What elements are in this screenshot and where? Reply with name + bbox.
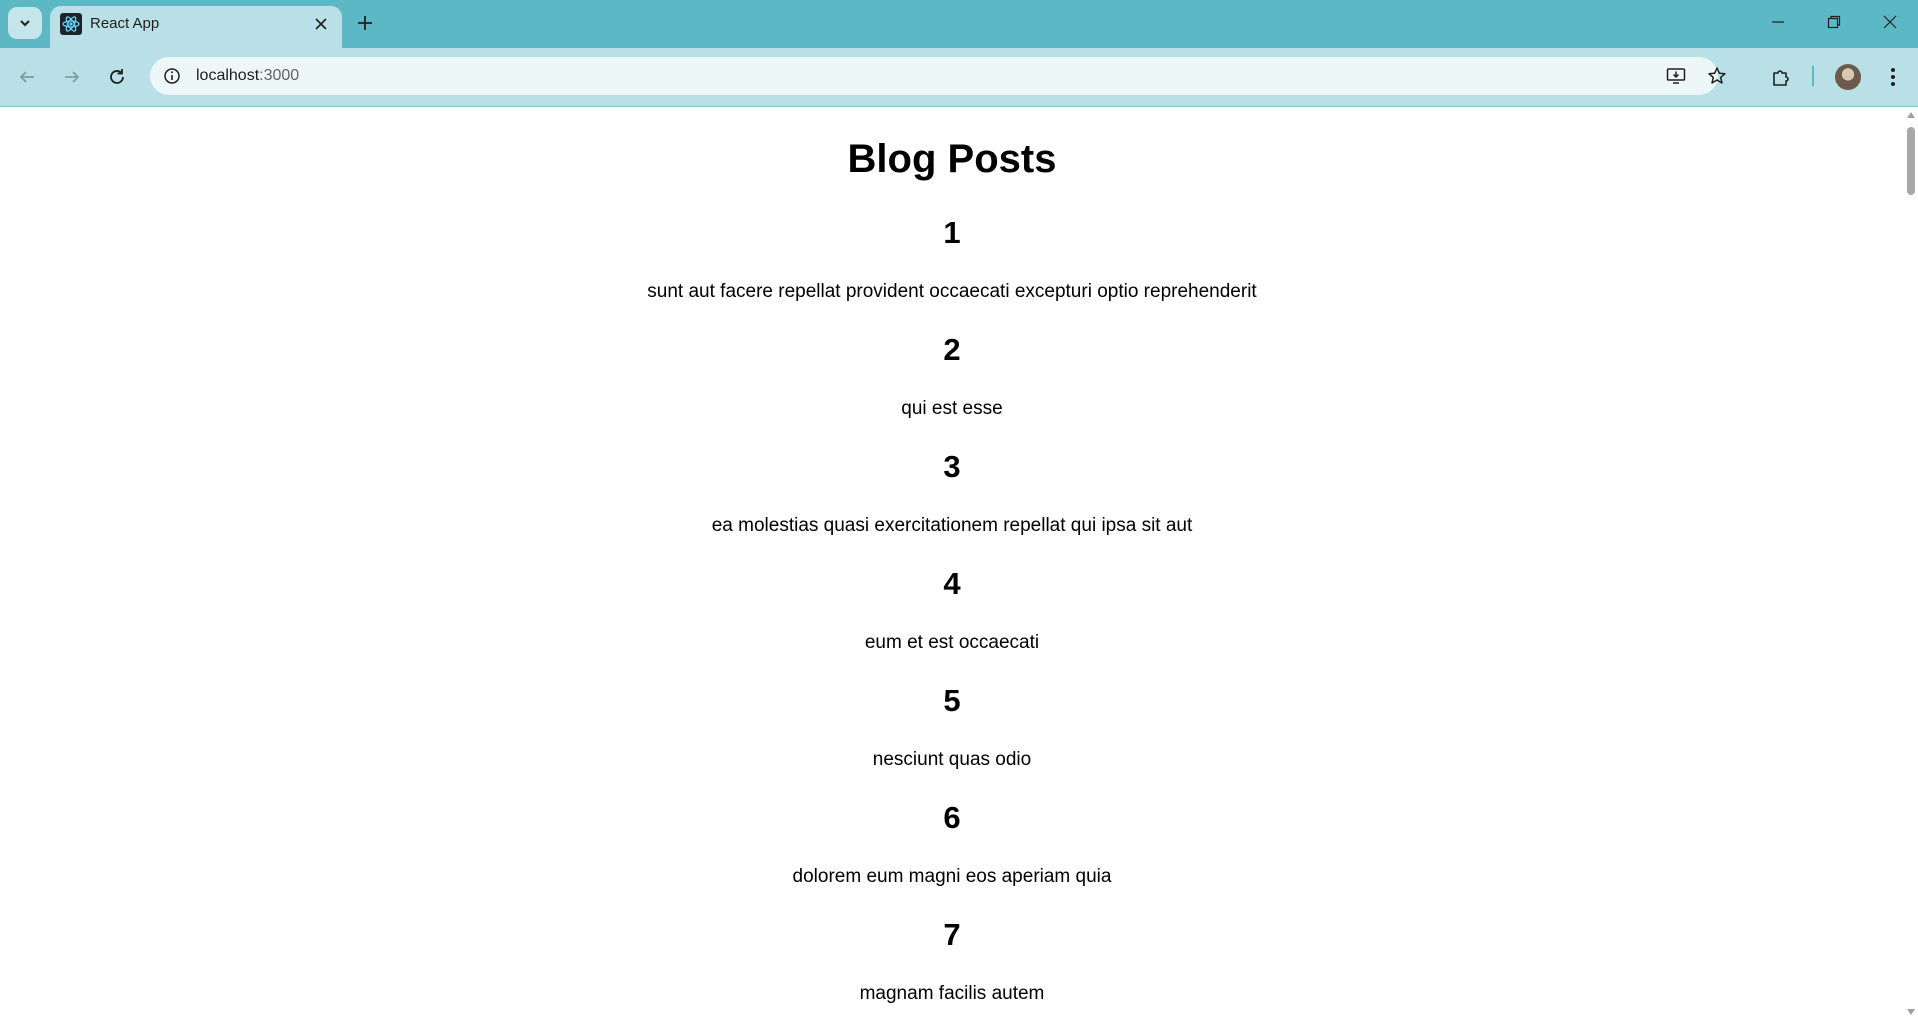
more-vertical-icon	[1891, 68, 1895, 86]
url-port: :3000	[259, 67, 300, 84]
toolbar-divider	[1812, 66, 1814, 86]
post-title: eum et est occaecati	[864, 632, 1040, 653]
close-icon	[315, 18, 327, 30]
restore-button[interactable]	[1806, 0, 1862, 44]
page-viewport: Blog Posts 1 sunt aut facere repellat pr…	[0, 107, 1904, 1020]
post-id: 3	[943, 449, 961, 484]
post-id: 4	[943, 566, 961, 601]
post-id: 1	[943, 215, 961, 250]
address-bar[interactable]: localhost:3000	[150, 57, 1726, 95]
minimize-button[interactable]	[1750, 0, 1806, 44]
tab-search-button[interactable]	[8, 7, 42, 39]
plus-icon	[358, 16, 372, 30]
tab-close-button[interactable]	[310, 13, 332, 35]
post-id: 7	[943, 917, 961, 952]
post-id: 6	[943, 800, 961, 835]
profile-avatar[interactable]	[1835, 64, 1861, 90]
minimize-icon	[1772, 21, 1784, 23]
arrow-left-icon	[19, 71, 34, 83]
url-host: localhost	[196, 67, 260, 84]
post-title: sunt aut facere repellat provident occae…	[647, 281, 1257, 302]
post-id: 2	[943, 332, 961, 367]
puzzle-icon	[1773, 70, 1789, 86]
page-title: Blog Posts	[847, 137, 1057, 181]
bookmark-button[interactable]	[1705, 64, 1729, 88]
new-tab-button[interactable]	[350, 8, 380, 38]
close-icon	[1883, 15, 1897, 29]
browser-toolbar: localhost:3000	[0, 48, 1918, 107]
react-logo-icon	[60, 13, 82, 35]
extensions-button[interactable]	[1764, 60, 1798, 94]
reload-icon	[110, 69, 124, 84]
forward-button[interactable]	[55, 60, 89, 94]
url-text[interactable]: localhost:3000	[196, 67, 299, 85]
browser-title-bar: React App	[0, 0, 1918, 48]
chevron-down-icon	[20, 20, 30, 27]
site-info-button[interactable]	[160, 64, 184, 88]
install-app-button[interactable]	[1664, 64, 1688, 88]
scroll-down-arrow-icon[interactable]	[1906, 1007, 1916, 1017]
scroll-thumb[interactable]	[1907, 127, 1915, 195]
browser-tab[interactable]: React App	[50, 6, 342, 48]
scroll-up-arrow-icon[interactable]	[1906, 110, 1916, 120]
back-button[interactable]	[10, 60, 44, 94]
restore-icon	[1827, 15, 1841, 29]
post-id: 5	[943, 683, 961, 718]
post-title: ea molestias quasi exercitationem repell…	[711, 515, 1193, 536]
menu-button[interactable]	[1876, 60, 1910, 94]
post-title: dolorem eum magni eos aperiam quia	[792, 866, 1112, 887]
reload-button[interactable]	[100, 60, 134, 94]
install-desktop-icon	[1666, 68, 1686, 84]
arrow-right-icon	[65, 71, 80, 83]
post-title: magnam facilis autem	[859, 983, 1045, 1004]
post-title: qui est esse	[901, 398, 1003, 419]
close-window-button[interactable]	[1862, 0, 1918, 44]
page-scrollbar[interactable]	[1904, 107, 1918, 1020]
post-title: nesciunt quas odio	[872, 749, 1032, 770]
info-icon	[164, 68, 180, 84]
star-icon	[1708, 67, 1726, 84]
tab-title: React App	[90, 15, 160, 32]
